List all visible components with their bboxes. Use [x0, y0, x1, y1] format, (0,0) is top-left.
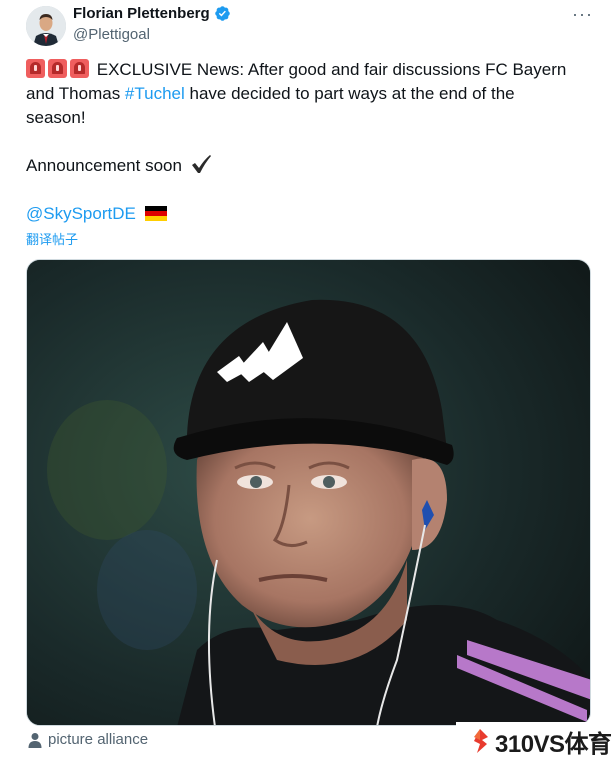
check-mark-icon: [191, 155, 211, 173]
mention-link[interactable]: @SkySportDE: [26, 204, 136, 223]
verified-badge-icon: [214, 6, 230, 21]
tweet-post: Florian Plettenberg @Plettigoal ··· EXCL…: [0, 0, 616, 760]
more-options-icon[interactable]: ···: [572, 4, 593, 25]
watermark-text: 310VS体育: [495, 730, 612, 758]
tweet-spacer: [26, 178, 586, 202]
tweet-line-2-prefix: and Thomas: [26, 84, 125, 103]
tweet-media-photo[interactable]: [26, 259, 591, 726]
tweet-spacer: [26, 130, 586, 154]
avatar-image: [26, 6, 66, 46]
tweet-line-announcement: Announcement soon: [26, 154, 586, 178]
police-light-icon: [48, 59, 67, 78]
tweet-line-1-text: EXCLUSIVE News: After good and fair disc…: [96, 60, 567, 79]
photo-image: [27, 260, 590, 725]
tweet-line-2: and Thomas #Tuchel have decided to part …: [26, 82, 586, 106]
tweet-line-2-suffix: have decided to part ways at the end of …: [184, 84, 515, 103]
author-handle[interactable]: @Plettigoal: [73, 26, 150, 43]
media-credit-text: picture alliance: [48, 731, 149, 748]
avatar[interactable]: [26, 6, 66, 46]
person-icon: [28, 732, 42, 748]
tweet-text: EXCLUSIVE News: After good and fair disc…: [26, 58, 586, 226]
police-light-icon: [70, 59, 89, 78]
tweet-line-1: EXCLUSIVE News: After good and fair disc…: [26, 58, 586, 82]
translate-post-link[interactable]: 翻译帖子: [26, 229, 78, 248]
tweet-line-mention: @SkySportDE: [26, 202, 586, 226]
hashtag-link[interactable]: #Tuchel: [125, 84, 185, 103]
announcement-text: Announcement soon: [26, 156, 182, 175]
police-light-icon: [26, 59, 45, 78]
watermark-logo-icon: [474, 729, 488, 753]
author-display-name[interactable]: Florian Plettenberg: [73, 5, 210, 22]
media-credit: picture alliance: [28, 731, 148, 748]
tweet-line-3: season!: [26, 108, 86, 127]
author-name-row[interactable]: Florian Plettenberg: [73, 5, 231, 22]
germany-flag-icon: [144, 206, 167, 221]
watermark: 310VS体育: [456, 722, 616, 760]
